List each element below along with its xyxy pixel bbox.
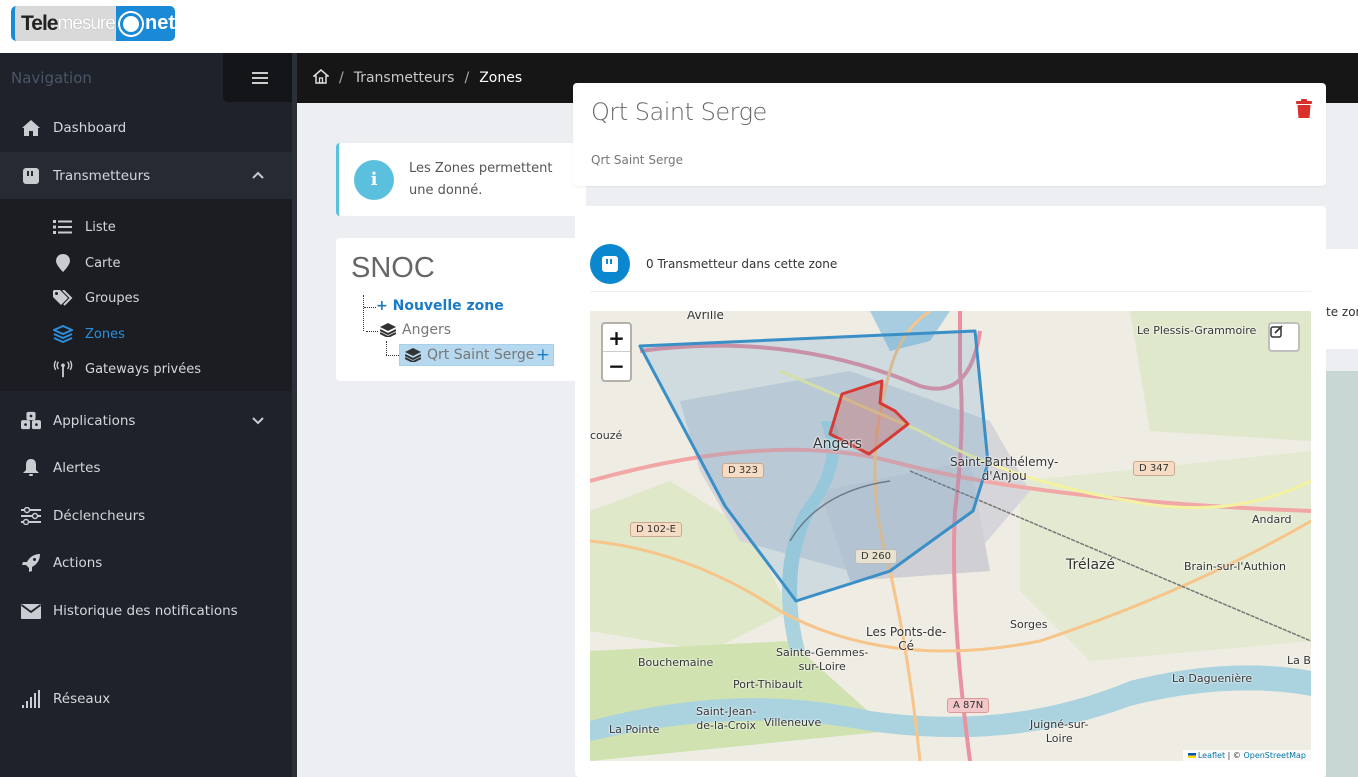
sidebar-item-actions[interactable]: Actions (0, 539, 292, 587)
sidebar-subitem-carte[interactable]: Carte (0, 251, 292, 275)
zone-detail-card: 0 Transmetteur dans cette zone Avrillé A… (575, 206, 1326, 777)
trash-icon[interactable] (1296, 99, 1312, 118)
sidebar: Navigation Dashboard Transmetteurs Liste… (0, 53, 297, 777)
zoom-in-button[interactable]: + (603, 324, 630, 352)
zoom-out-button[interactable]: − (603, 352, 630, 380)
sidebar-item-dashboard[interactable]: Dashboard (0, 104, 292, 152)
map-label: Sorges (1010, 618, 1048, 631)
map-label: couzé (590, 429, 623, 442)
sidebar-scrollbar[interactable] (292, 53, 297, 777)
sidebar-item-historique[interactable]: Historique des notifications (0, 587, 292, 635)
device-icon (590, 243, 630, 284)
hamburger-icon (252, 76, 268, 79)
map-label: Sainte-Gemmes- sur-Loire (776, 646, 869, 673)
map-label: Les Ponts-de- Cé (866, 625, 947, 653)
antenna-icon (53, 359, 73, 379)
telemesure-logo[interactable]: Tele mesure net (11, 6, 175, 41)
map-label: La Daguenière (1172, 672, 1253, 685)
sidebar-item-reseaux[interactable]: Réseaux (0, 675, 292, 723)
logo-disc-icon (120, 12, 142, 35)
edit-icon (1270, 325, 1283, 338)
map-label: Saint-Jean- de-la-Croix (696, 705, 757, 732)
map-label: Avrillé (687, 311, 724, 322)
road-shield: A 87N (947, 698, 990, 713)
map-label: Le Plessis-Grammoire (1137, 324, 1257, 337)
transmitter-count: 0 Transmetteur dans cette zone (590, 236, 1311, 292)
tree-connector (386, 341, 387, 355)
cubes-icon (21, 411, 41, 431)
zone-map[interactable]: Avrillé Angers Le Plessis-Grammoire Sain… (590, 311, 1311, 761)
bell-icon (21, 458, 41, 478)
road-shield: D 102-E (630, 522, 682, 537)
map-zoom-control: + − (601, 322, 632, 382)
info-icon: i (354, 159, 394, 200)
sidebar-item-declencheurs[interactable]: Déclencheurs (0, 492, 292, 540)
map-label: Trélazé (1066, 557, 1115, 573)
sidebar-item-transmetteurs[interactable]: Transmetteurs (0, 152, 292, 199)
map-label: Brain-sur-l'Authion (1184, 560, 1286, 573)
chevron-down-icon (252, 414, 264, 429)
signal-icon (21, 689, 41, 709)
map-label: Saint-Barthélemy- d'Anjou (950, 455, 1059, 483)
zone-title: Qrt Saint Serge (591, 98, 767, 126)
sidebar-subitem-gateways[interactable]: Gateways privées (0, 357, 292, 381)
tree-connector (366, 331, 378, 332)
tree-connector (364, 307, 376, 308)
envelope-icon (21, 601, 41, 621)
layers-icon (53, 324, 73, 344)
map-label: Angers (813, 436, 862, 452)
tags-icon (53, 288, 73, 308)
map-label: Andard (1252, 513, 1292, 526)
tree-title: SNOC (351, 252, 435, 284)
add-subzone-button[interactable]: + (536, 345, 550, 365)
map-label: La Pointe (609, 723, 660, 736)
background-map (1326, 371, 1358, 777)
map-label: La Bo (1287, 654, 1311, 667)
map-attribution: Leaflet | © OpenStreetMap (1182, 750, 1311, 761)
road-shield: D 347 (1133, 461, 1175, 476)
list-icon (53, 217, 73, 237)
home-icon (21, 118, 41, 138)
road-shield: D 323 (722, 463, 764, 478)
breadcrumb-transmetteurs[interactable]: Transmetteurs (354, 70, 455, 86)
rocket-icon (21, 553, 41, 573)
zone-header-card: Qrt Saint Serge Qrt Saint Serge (573, 83, 1326, 186)
zone-tree-panel: SNOC + Nouvelle zone Angers Qrt Saint Se… (336, 238, 586, 381)
chevron-up-icon (252, 168, 264, 183)
device-icon (21, 166, 41, 186)
sidebar-subitem-liste[interactable]: Liste (0, 215, 292, 239)
menu-toggle-button[interactable] (223, 53, 297, 102)
leaflet-link[interactable]: Leaflet (1198, 751, 1225, 760)
layers-icon (380, 323, 396, 337)
map-label: Villeneuve (764, 716, 822, 729)
sliders-icon (21, 506, 41, 526)
tree-node-angers[interactable]: Angers (380, 322, 451, 338)
top-bar: Tele mesure net (0, 0, 1358, 53)
tree-connector (386, 355, 399, 356)
sidebar-subitem-groupes[interactable]: Groupes (0, 286, 292, 310)
sidebar-item-alertes[interactable]: Alertes (0, 444, 292, 492)
home-icon[interactable] (311, 68, 331, 88)
sidebar-item-applications[interactable]: Applications (0, 397, 292, 445)
layers-icon (405, 348, 421, 362)
zone-subtitle: Qrt Saint Serge (591, 153, 684, 167)
road-shield: D 260 (855, 549, 897, 564)
map-label: Juigné-sur- Loire (1030, 718, 1089, 745)
sidebar-subitem-zones[interactable]: Zones (0, 322, 292, 346)
info-text: Les Zones permettent une donné. (409, 160, 553, 198)
new-zone-link[interactable]: + Nouvelle zone (376, 298, 504, 314)
map-label: Port-Thibault (733, 678, 803, 691)
info-callout: i Les Zones permettent une donné. (336, 143, 586, 216)
breadcrumb-zones: Zones (479, 70, 523, 86)
osm-link[interactable]: OpenStreetMap (1243, 751, 1306, 760)
tree-connector (363, 295, 364, 331)
tree-node-selected[interactable]: Qrt Saint Serge + (399, 344, 554, 366)
map-label: Bouchemaine (638, 656, 714, 669)
ukraine-flag-icon (1187, 753, 1196, 758)
background-panel: te zon (1326, 103, 1358, 777)
map-tiles (590, 311, 1311, 761)
edit-zone-button[interactable] (1268, 322, 1300, 352)
plus-icon: + (376, 298, 393, 314)
map-marker-icon (53, 253, 73, 273)
